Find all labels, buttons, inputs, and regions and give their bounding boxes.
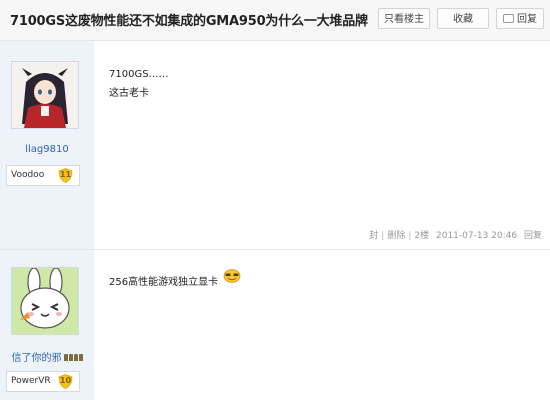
thread-header: 7100GS这废物性能还不如集成的GMA950为什么一大堆品牌机... 只看楼主… [0, 0, 550, 41]
author-sidebar: 信了你的邪 PowerVR 10 [0, 250, 94, 400]
reply-link[interactable]: 回复 [524, 231, 542, 241]
username[interactable]: llag9810 [0, 144, 94, 155]
smiley-emoticon-icon [223, 269, 241, 283]
post-line: 7100GS…… [109, 69, 169, 80]
favorite-button[interactable]: 收藏 [437, 8, 489, 29]
comment-icon [503, 13, 514, 23]
level-name: PowerVR [11, 376, 51, 386]
level-number: 11 [59, 170, 72, 179]
post-line: 256高性能游戏独立显卡 [109, 277, 219, 288]
seal-link[interactable]: 封 [369, 231, 378, 241]
delete-link[interactable]: 删除 [387, 231, 405, 241]
divider: | [381, 231, 385, 241]
thread-title: 7100GS这废物性能还不如集成的GMA950为什么一大堆品牌机... [10, 14, 368, 29]
level-name: Voodoo [11, 170, 45, 180]
reply-button-label: 回复 [517, 14, 537, 25]
post-floor-3: 信了你的邪 PowerVR 10 256高性能游戏独立显卡 [0, 250, 550, 400]
level-number: 10 [59, 376, 72, 385]
divider: | [408, 231, 412, 241]
only-op-button[interactable]: 只看楼主 [378, 8, 430, 29]
level-badge: PowerVR 10 [6, 371, 80, 392]
username[interactable]: 信了你的邪 [0, 349, 94, 364]
post-time: 2011-07-13 20:46 [436, 231, 518, 241]
username-text: 信了你的邪 [11, 353, 62, 364]
post-content: 256高性能游戏独立显卡 [109, 269, 241, 292]
author-sidebar: llag9810 Voodoo 11 [0, 41, 94, 249]
post-line: 这古老卡 [109, 88, 149, 99]
level-badge: Voodoo 11 [6, 165, 80, 186]
avatar[interactable] [11, 267, 79, 335]
avatar[interactable] [11, 61, 79, 129]
floor-number: 2楼 [414, 231, 430, 241]
post-meta: 封 | 删除 | 2楼 2011-07-13 20:46 回复 [369, 228, 542, 241]
member-icons [63, 353, 83, 364]
reply-button[interactable]: 回复 [496, 8, 544, 29]
post-content: 7100GS…… 这古老卡 [109, 65, 169, 103]
post-floor-2: llag9810 Voodoo 11 7100GS…… 这古老卡 封 | 删除 | 2楼… [0, 41, 550, 250]
